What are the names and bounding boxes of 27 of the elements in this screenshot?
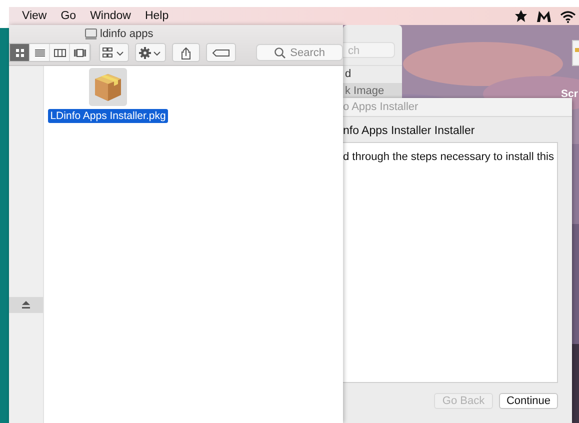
menu-item[interactable]: Window <box>90 10 131 22</box>
search-icon <box>274 46 286 58</box>
window-title: ldinfo apps <box>100 28 154 40</box>
menu-item[interactable]: View <box>22 10 47 22</box>
installer-heading: nfo Apps Installer Installer <box>343 124 476 139</box>
wifi-icon[interactable] <box>560 10 576 22</box>
view-mode-control[interactable] <box>9 43 91 62</box>
gear-icon <box>138 46 162 60</box>
menu-item[interactable]: Help <box>144 10 169 22</box>
eject-icon <box>22 301 30 309</box>
body-text: d through the steps necessary to install this <box>343 150 555 163</box>
menu-item[interactable]: Go <box>60 10 76 22</box>
package-icon <box>92 71 124 103</box>
view-mode-button[interactable] <box>10 44 30 61</box>
arrange-icon <box>102 46 126 60</box>
file-name[interactable]: LDinfo Apps Installer.pkg <box>48 109 168 123</box>
sidebar-item[interactable] <box>9 297 43 313</box>
tag-button[interactable] <box>206 43 236 62</box>
action-button[interactable] <box>135 43 166 62</box>
continue-button[interactable]: Continue <box>499 393 558 409</box>
m-logo-icon[interactable] <box>536 9 552 23</box>
share-button[interactable] <box>172 43 200 62</box>
star-icon[interactable] <box>514 9 528 23</box>
window-title: o Apps Installer <box>343 98 572 117</box>
search-placeholder: Search <box>290 46 326 58</box>
arrange-button[interactable] <box>99 43 130 62</box>
file-label: Scr <box>560 88 578 101</box>
